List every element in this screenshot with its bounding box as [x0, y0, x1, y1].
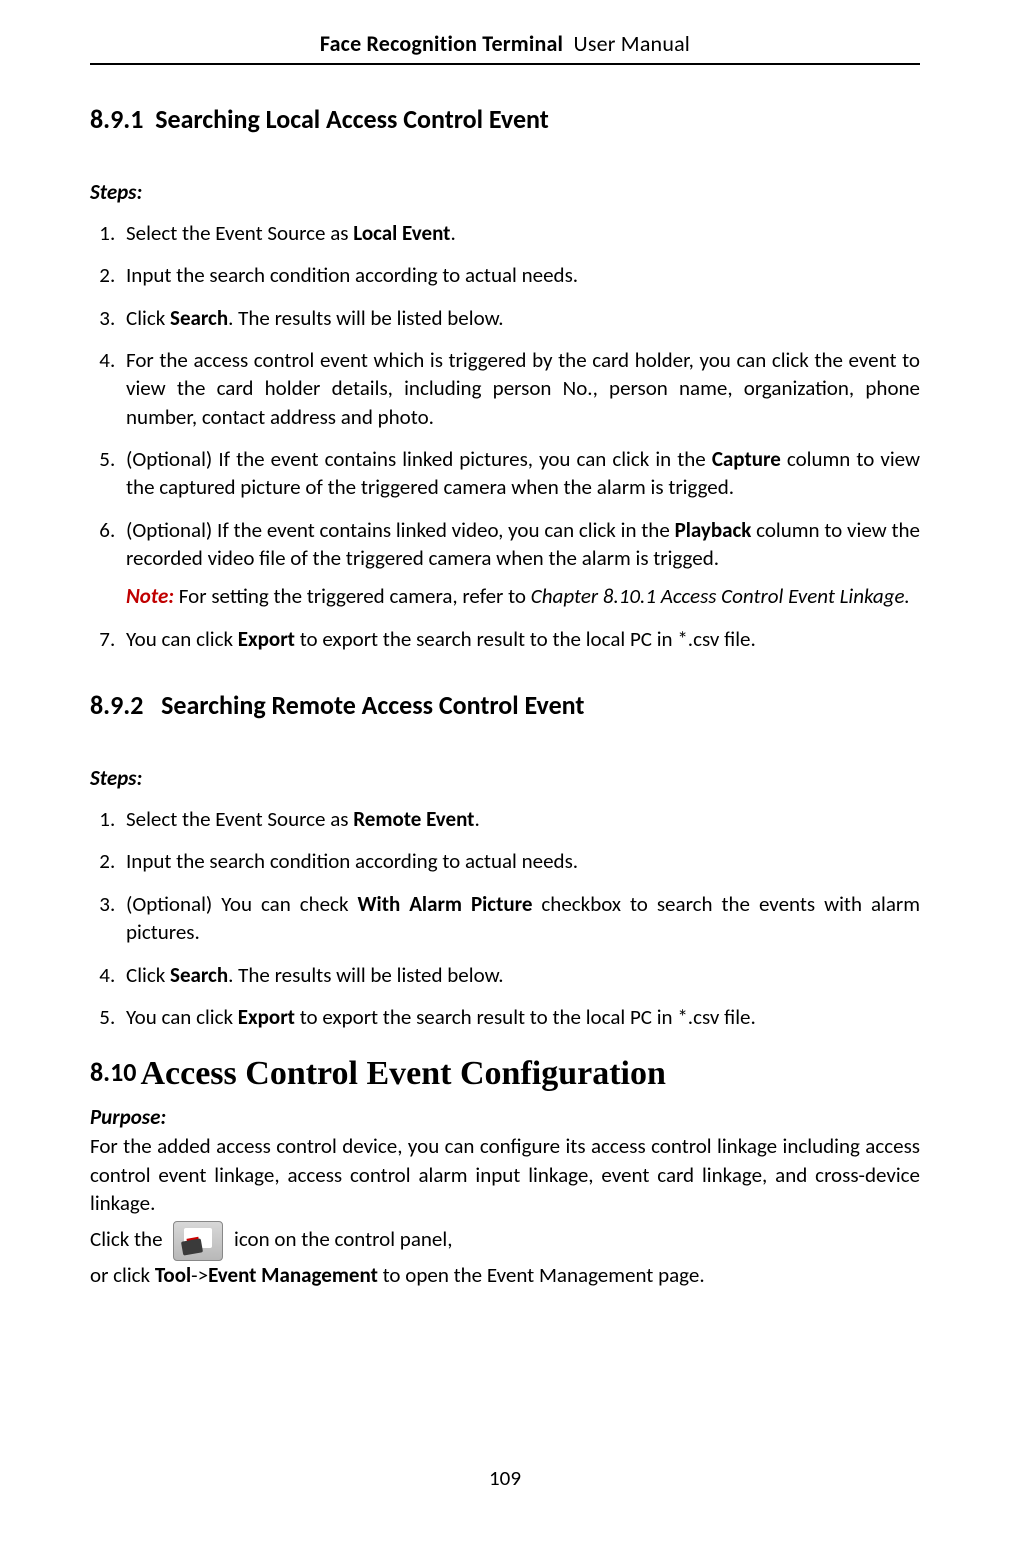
purpose-label: Purpose: — [90, 1104, 920, 1130]
list-item: Click Search. The results will be listed… — [120, 961, 920, 989]
section-title: Access Control Event Configuration — [140, 1055, 665, 1092]
header-title-bold: Face Recognition Terminal — [320, 30, 563, 57]
note-label: Note: — [126, 583, 174, 609]
list-item: Input the search condition according to … — [120, 847, 920, 875]
steps-list-remote: Select the Event Source as Remote Event.… — [90, 805, 920, 1031]
list-item: You can click Export to export the searc… — [120, 625, 920, 653]
list-item: For the access control event which is tr… — [120, 346, 920, 431]
list-item: (Optional) You can check With Alarm Pict… — [120, 890, 920, 947]
list-item: Input the search condition according to … — [120, 261, 920, 289]
list-item: Click Search. The results will be listed… — [120, 304, 920, 332]
page-header: Face Recognition Terminal User Manual — [90, 0, 920, 65]
steps-list-local: Select the Event Source as Local Event. … — [90, 219, 920, 653]
click-instruction: Click the icon on the control panel, — [90, 1221, 920, 1261]
list-item: Select the Event Source as Remote Event. — [120, 805, 920, 833]
steps-label: Steps: — [90, 179, 920, 205]
steps-label: Steps: — [90, 765, 920, 791]
section-number: 8.10 — [90, 1056, 136, 1088]
purpose-text: For the added access control device, you… — [90, 1132, 920, 1217]
list-item: You can click Export to export the searc… — [120, 1003, 920, 1031]
list-item: (Optional) If the event contains linked … — [120, 516, 920, 611]
section-heading-8-10: 8.10Access Control Event Configuration — [90, 1053, 920, 1094]
section-heading-8-9-2: 8.9.2 Searching Remote Access Control Ev… — [90, 689, 920, 721]
page-number: 109 — [0, 1465, 1010, 1491]
list-item: Select the Event Source as Local Event. — [120, 219, 920, 247]
section-number: 8.9.1 — [90, 103, 143, 135]
section-title: Searching Local Access Control Event — [155, 103, 549, 135]
section-number: 8.9.2 — [90, 689, 143, 721]
section-title: Searching Remote Access Control Event — [161, 689, 584, 721]
list-item: (Optional) If the event contains linked … — [120, 445, 920, 502]
or-click-instruction: or click Tool->Event Management to open … — [90, 1261, 920, 1289]
header-title-light: User Manual — [574, 30, 691, 57]
event-management-icon — [173, 1221, 223, 1261]
section-heading-8-9-1: 8.9.1 Searching Local Access Control Eve… — [90, 103, 920, 135]
